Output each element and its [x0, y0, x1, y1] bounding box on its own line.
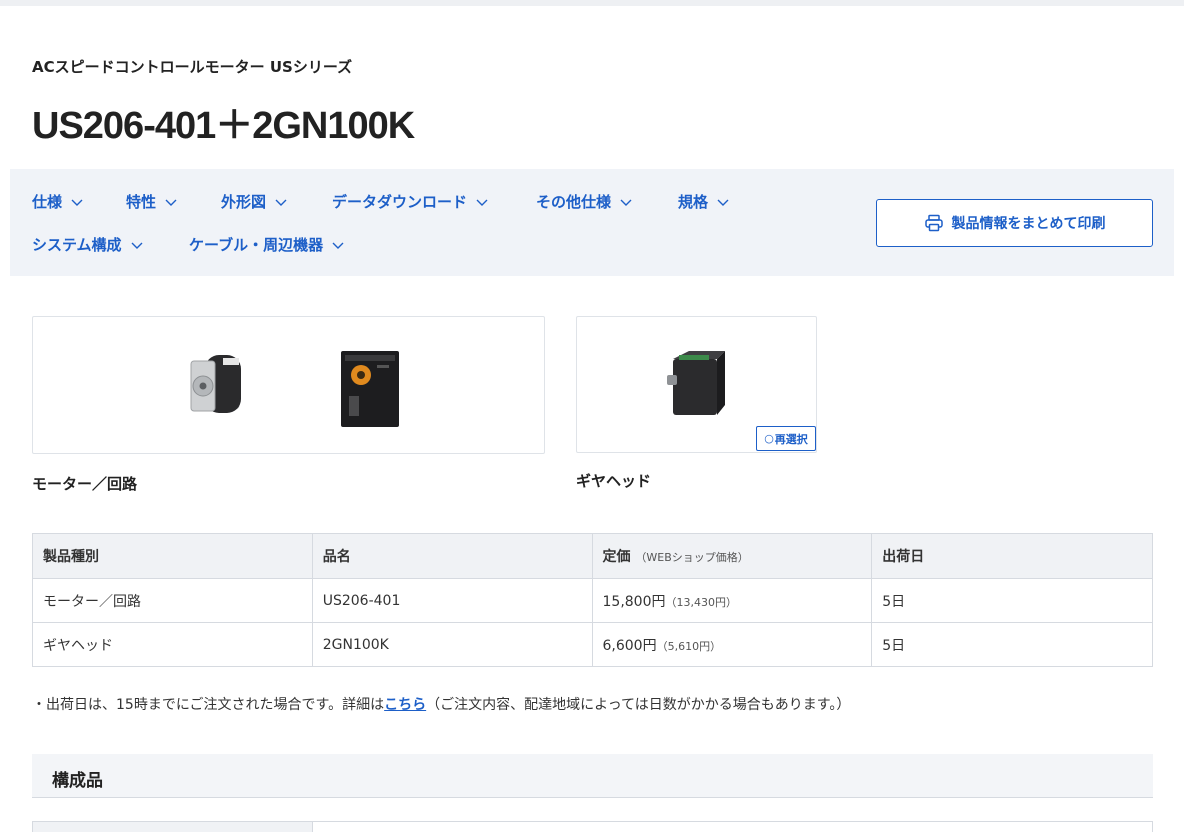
header-product-name: 品名	[311, 533, 593, 579]
components-table	[32, 821, 1153, 832]
nav-item-label: システム構成	[32, 236, 122, 254]
price-value: 15,800円	[602, 593, 666, 610]
note-text-before: ・出荷日は、15時までにご注文された場合です。詳細は	[32, 697, 385, 713]
price-value: 6,600円	[602, 637, 657, 654]
nav-item-label: ケーブル・周辺機器	[189, 236, 324, 254]
reselect-gearhead-button[interactable]: ○ 再選択	[756, 426, 816, 451]
header-price: 定価 （WEBショップ価格）	[591, 533, 873, 579]
nav-item-label: 規格	[678, 193, 709, 211]
nav-item-system-config[interactable]: システム構成	[32, 234, 144, 255]
nav-item-label: 特性	[126, 193, 157, 211]
nav-item-dimensions[interactable]: 外形図	[221, 191, 288, 212]
motor-and-controller-picture	[190, 351, 399, 427]
cell-price: 15,800円（13,430円）	[591, 578, 873, 623]
chevron-down-icon	[274, 195, 288, 209]
cell-product-name: US206-401	[311, 578, 593, 623]
nav-item-standards[interactable]: 規格	[678, 191, 730, 212]
cell-ship-date: 5日	[871, 622, 1153, 667]
shipping-note: ・出荷日は、15時までにご注文された場合です。詳細はこちら（ご注文内容、配達地域…	[32, 694, 850, 714]
nav-item-label: その他仕様	[536, 193, 612, 211]
header-web-price-label: （WEBショップ価格）	[635, 551, 749, 564]
chevron-down-icon	[619, 195, 633, 209]
chevron-down-icon	[331, 238, 345, 252]
web-price-value: （13,430円）	[665, 595, 738, 609]
nav-item-characteristics[interactable]: 特性	[126, 191, 178, 212]
series-title: ACスピードコントロールモーター USシリーズ	[32, 58, 353, 76]
shipping-details-link[interactable]: こちら	[384, 697, 426, 713]
nav-item-label: 仕様	[32, 193, 63, 211]
gearhead-caption: ギヤヘッド	[576, 472, 652, 490]
chevron-down-icon	[130, 238, 144, 252]
reselect-label: 再選択	[774, 432, 808, 446]
chevron-down-icon	[475, 195, 489, 209]
components-table-header-cell	[33, 822, 313, 832]
section-title: 構成品	[52, 771, 103, 791]
price-table: 製品種別 品名 定価 （WEBショップ価格） 出荷日 モーター／回路 US206…	[32, 533, 1153, 667]
chevron-down-icon	[164, 195, 178, 209]
nav-item-data-download[interactable]: データダウンロード	[332, 191, 489, 212]
table-header-row: 製品種別 品名 定価 （WEBショップ価格） 出荷日	[32, 533, 1153, 579]
cell-product-type: モーター／回路	[32, 578, 313, 623]
table-row: ギヤヘッド 2GN100K 6,600円（5,610円） 5日	[32, 622, 1153, 667]
nav-item-label: 外形図	[221, 193, 267, 211]
nav-item-label: データダウンロード	[332, 193, 468, 211]
chevron-down-icon	[716, 195, 730, 209]
components-section-header: 構成品	[32, 754, 1153, 798]
header-ship-date: 出荷日	[871, 533, 1153, 579]
web-price-value: （5,610円）	[656, 639, 722, 653]
cell-product-name: 2GN100K	[311, 622, 593, 667]
print-button-label: 製品情報をまとめて印刷	[951, 216, 1106, 232]
refresh-icon: ○	[764, 432, 774, 445]
nav-item-other-spec[interactable]: その他仕様	[536, 191, 633, 212]
print-product-info-button[interactable]: 製品情報をまとめて印刷	[876, 199, 1153, 247]
nav-item-spec[interactable]: 仕様	[32, 191, 84, 212]
cell-ship-date: 5日	[871, 578, 1153, 623]
page-title: US206-401＋2GN100K	[32, 105, 415, 147]
header-price-label: 定価	[602, 549, 631, 565]
header-product-type: 製品種別	[32, 533, 313, 579]
note-text-after: （ご注文内容、配達地域によっては日数がかかる場合もあります。）	[426, 697, 851, 713]
motor-circuit-caption: モーター／回路	[32, 475, 138, 493]
chevron-down-icon	[70, 195, 84, 209]
cell-price: 6,600円（5,610円）	[591, 622, 873, 667]
nav-item-cables-peripherals[interactable]: ケーブル・周辺機器	[189, 234, 345, 255]
motor-circuit-image[interactable]	[32, 316, 545, 454]
cell-product-type: ギヤヘッド	[32, 622, 313, 667]
table-row: モーター／回路 US206-401 15,800円（13,430円） 5日	[32, 578, 1153, 623]
top-strip	[0, 0, 1184, 6]
printer-icon	[924, 214, 943, 232]
